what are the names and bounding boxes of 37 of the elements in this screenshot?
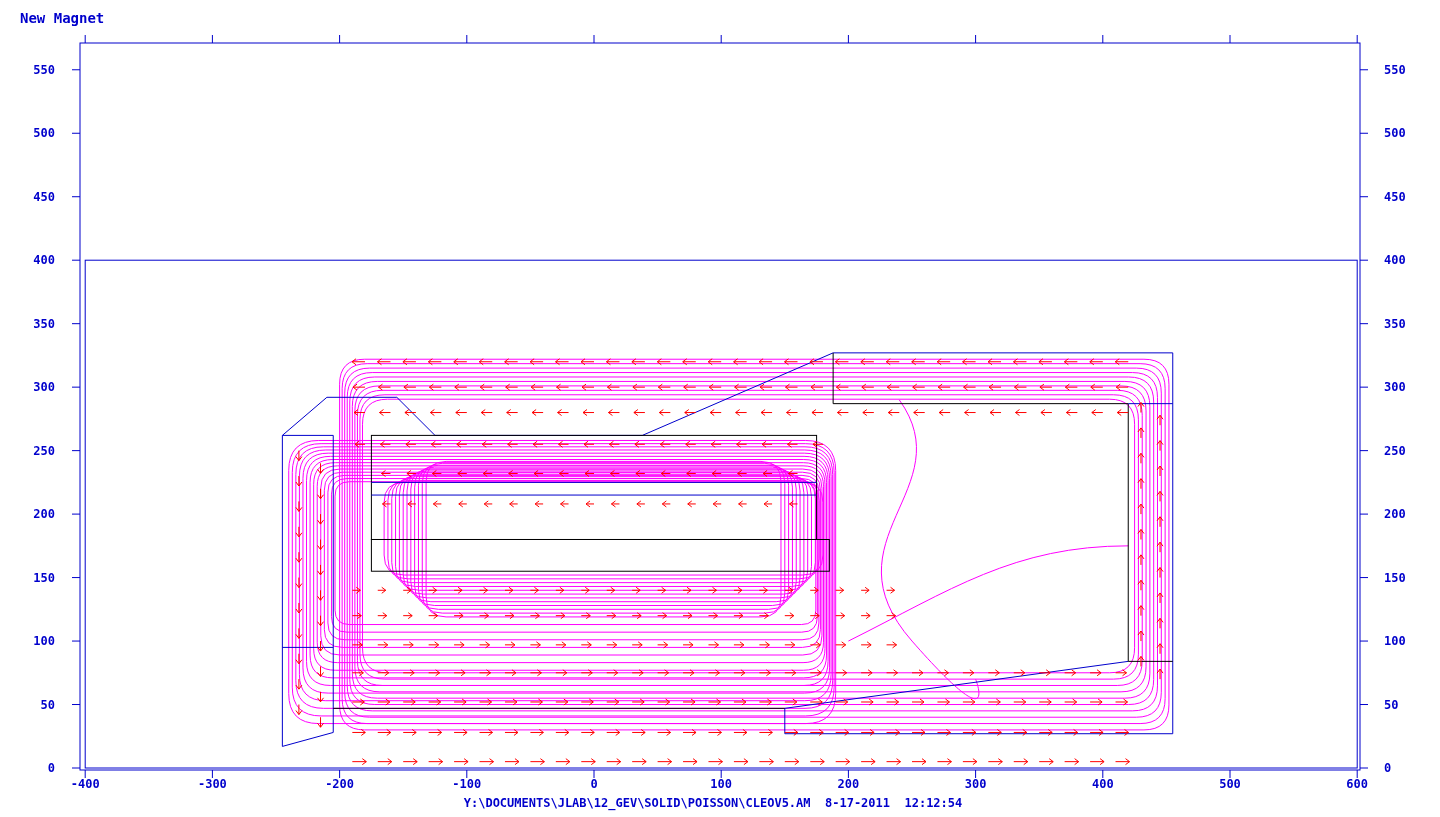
y-tick-label: 150 — [33, 570, 55, 585]
y-tick-label: 300 — [33, 380, 55, 395]
y-tick-label: 200 — [33, 507, 55, 522]
file-path-footer: Y:\DOCUMENTS\JLAB\12_GEV\SOLID\POISSON\CLEOV5.AM 8-17-2011 12:12:54 — [0, 796, 1440, 810]
y-tick-label: 350 — [1384, 316, 1406, 331]
x-tick-label: 0 — [590, 777, 598, 791]
x-tick-label: 600 — [1346, 777, 1369, 791]
y-tick-label: 250 — [1384, 443, 1406, 458]
x-tick-label: -200 — [325, 777, 355, 791]
x-tick-label: 100 — [710, 777, 733, 791]
y-tick-label: 250 — [33, 443, 55, 458]
y-tick-label: 100 — [1384, 634, 1406, 649]
x-tick-label: 500 — [1219, 777, 1241, 791]
y-tick-label: 200 — [1384, 507, 1406, 522]
x-tick-label: -100 — [452, 777, 482, 791]
y-tick-label: 350 — [33, 316, 55, 331]
y-tick-label: 550 — [33, 62, 55, 77]
x-tick-label: -400 — [70, 777, 100, 791]
y-tick-label: 150 — [1384, 570, 1406, 585]
y-tick-label: 0 — [1384, 761, 1392, 775]
y-tick-label: 0 — [47, 761, 55, 775]
plot-title: New Magnet — [19, 9, 106, 28]
x-tick-label: 200 — [837, 777, 860, 791]
y-tick-label: 50 — [40, 697, 55, 712]
y-tick-label: 450 — [1384, 189, 1406, 204]
y-tick-label: 550 — [1384, 62, 1406, 77]
y-tick-label: 50 — [1384, 697, 1399, 712]
x-tick-label: 400 — [1091, 777, 1114, 791]
y-tick-label: 300 — [1384, 380, 1406, 395]
x-tick-label: 300 — [964, 777, 987, 791]
y-tick-label: 500 — [1384, 126, 1406, 141]
y-tick-label: 450 — [33, 189, 55, 204]
y-tick-label: 400 — [33, 253, 55, 268]
y-tick-label: 400 — [1384, 253, 1406, 268]
y-tick-label: 100 — [33, 634, 55, 649]
x-tick-label: -300 — [197, 777, 227, 791]
y-tick-label: 500 — [33, 126, 55, 141]
